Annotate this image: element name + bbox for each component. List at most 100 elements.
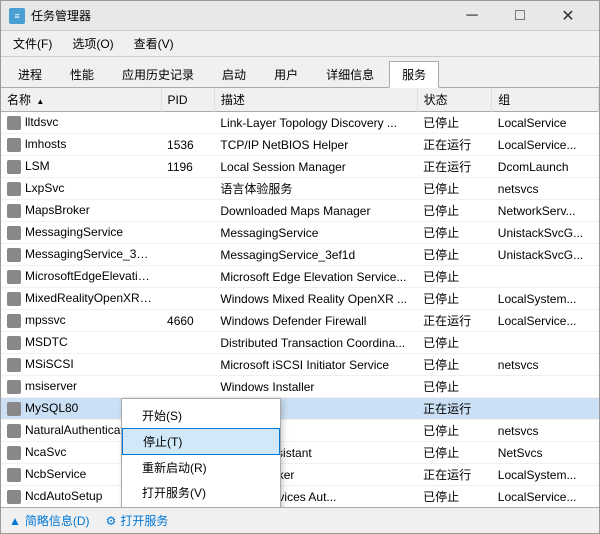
service-icon: [7, 160, 21, 174]
table-row[interactable]: LSM1196Local Session Manager正在运行DcomLaun…: [1, 156, 599, 178]
service-icon: [7, 424, 21, 438]
cell-name: MicrosoftEdgeElevationS...: [1, 266, 161, 288]
tab-[interactable]: 应用历史记录: [109, 61, 207, 87]
cell-status: 已停止: [417, 442, 492, 464]
cell-status: 已停止: [417, 332, 492, 354]
table-row[interactable]: NaturalAuthentication已停止netsvcs: [1, 420, 599, 442]
cell-name: MSDTC: [1, 332, 161, 354]
cell-desc: Local Session Manager: [214, 156, 417, 178]
cell-desc: Downloaded Maps Manager: [214, 200, 417, 222]
cell-desc: MessagingService_3ef1d: [214, 244, 417, 266]
cell-group: LocalService...: [492, 486, 599, 508]
cell-group: NetworkServ...: [492, 200, 599, 222]
cell-name: MapsBroker: [1, 200, 161, 222]
cell-desc: MessagingService: [214, 222, 417, 244]
cell-status: 已停止: [417, 486, 492, 508]
cell-group: UnistackSvcG...: [492, 222, 599, 244]
tab-[interactable]: 服务: [389, 61, 439, 88]
table-row[interactable]: lltdsvcLink-Layer Topology Discovery ...…: [1, 112, 599, 134]
cell-group: [492, 398, 599, 420]
table-row[interactable]: mpssvc4660Windows Defender Firewall正在运行L…: [1, 310, 599, 332]
table-row[interactable]: LxpSvc语言体验服务已停止netsvcs: [1, 178, 599, 200]
menu-item-V[interactable]: 查看(V): [126, 33, 182, 54]
menu-bar: 文件(F)选项(O)查看(V): [1, 31, 599, 57]
table-row[interactable]: MSiSCSIMicrosoft iSCSI Initiator Service…: [1, 354, 599, 376]
close-button[interactable]: ✕: [545, 1, 591, 31]
cell-pid: [161, 178, 214, 200]
cell-name: msiserver: [1, 376, 161, 398]
service-icon: [7, 468, 21, 482]
cell-group: LocalService: [492, 112, 599, 134]
service-icon: [7, 490, 21, 504]
tab-[interactable]: 启动: [209, 61, 259, 87]
cell-group: DcomLaunch: [492, 156, 599, 178]
cell-desc: 语言体验服务: [214, 178, 417, 200]
service-icon: [7, 446, 21, 460]
cell-status: 正在运行: [417, 156, 492, 178]
table-row[interactable]: MixedRealityOpenXRSvcWindows Mixed Reali…: [1, 288, 599, 310]
cell-pid: [161, 332, 214, 354]
table-row[interactable]: NcaSvc...ctivity Assistant已停止NetSvcs: [1, 442, 599, 464]
table-row[interactable]: MySQL809928MySQL80正在运行: [1, 398, 599, 420]
summary-info-button[interactable]: ▲ 简略信息(D): [9, 512, 90, 529]
cell-name: MSiSCSI: [1, 354, 161, 376]
services-table-container[interactable]: 名称 ▲ PID 描述 状态 组 lltdsvcLink-Layer Topol…: [1, 88, 599, 507]
title-bar: ≡ 任务管理器 ─ □ ✕: [1, 1, 599, 31]
cell-pid: [161, 112, 214, 134]
cell-name: mpssvc: [1, 310, 161, 332]
menu-item-F[interactable]: 文件(F): [5, 33, 60, 54]
services-table: 名称 ▲ PID 描述 状态 组 lltdsvcLink-Layer Topol…: [1, 88, 599, 507]
maximize-button[interactable]: □: [497, 1, 543, 31]
cell-group: [492, 266, 599, 288]
task-manager-window: ≡ 任务管理器 ─ □ ✕ 文件(F)选项(O)查看(V) 进程性能应用历史记录…: [0, 0, 600, 534]
cell-pid: [161, 354, 214, 376]
table-row[interactable]: MSDTCDistributed Transaction Coordina...…: [1, 332, 599, 354]
cell-group: LocalService...: [492, 310, 599, 332]
col-header-name[interactable]: 名称 ▲: [1, 88, 161, 112]
title-bar-controls: ─ □ ✕: [449, 1, 591, 31]
cell-status: 正在运行: [417, 398, 492, 420]
service-icon: [7, 270, 21, 284]
table-row[interactable]: MicrosoftEdgeElevationS...Microsoft Edge…: [1, 266, 599, 288]
table-row[interactable]: NcbService...ction Broker正在运行LocalSystem…: [1, 464, 599, 486]
cell-status: 已停止: [417, 354, 492, 376]
table-row[interactable]: lmhosts1536TCP/IP NetBIOS Helper正在运行Loca…: [1, 134, 599, 156]
cell-group: UnistackSvcG...: [492, 244, 599, 266]
tab-[interactable]: 用户: [261, 61, 311, 87]
table-row[interactable]: msiserverWindows Installer已停止: [1, 376, 599, 398]
service-icon: [7, 380, 21, 394]
summary-label: 简略信息(D): [25, 512, 90, 529]
context-menu-item-R[interactable]: 重新启动(R): [122, 455, 280, 480]
open-services-button[interactable]: ⚙ 打开服务: [106, 512, 169, 529]
menu-item-O[interactable]: 选项(O): [64, 33, 121, 54]
cell-pid: [161, 200, 214, 222]
context-menu-item-O[interactable]: 在线搜索(O): [122, 505, 280, 507]
col-header-group[interactable]: 组: [492, 88, 599, 112]
table-row[interactable]: NcdAutoSetup...ected Devices Aut...已停止Lo…: [1, 486, 599, 508]
table-row[interactable]: MessagingServiceMessagingService已停止Unist…: [1, 222, 599, 244]
context-menu-item-V[interactable]: 打开服务(V): [122, 480, 280, 505]
service-icon: [7, 116, 21, 130]
cell-group: LocalSystem...: [492, 464, 599, 486]
table-row[interactable]: MessagingService_3ef1dMessagingService_3…: [1, 244, 599, 266]
table-row[interactable]: MapsBrokerDownloaded Maps Manager已停止Netw…: [1, 200, 599, 222]
context-menu-item-S[interactable]: 开始(S): [122, 403, 280, 428]
service-icon: [7, 226, 21, 240]
col-header-status[interactable]: 状态: [417, 88, 492, 112]
context-menu-item-T[interactable]: 停止(T): [122, 428, 280, 455]
tab-[interactable]: 详细信息: [313, 61, 387, 87]
cell-pid: 1196: [161, 156, 214, 178]
service-icon: [7, 358, 21, 372]
tab-bar: 进程性能应用历史记录启动用户详细信息服务: [1, 57, 599, 88]
cell-pid: [161, 288, 214, 310]
tab-[interactable]: 性能: [57, 61, 107, 87]
service-icon: [7, 314, 21, 328]
cell-status: 已停止: [417, 178, 492, 200]
col-header-desc[interactable]: 描述: [214, 88, 417, 112]
minimize-button[interactable]: ─: [449, 1, 495, 31]
cell-name: LSM: [1, 156, 161, 178]
tab-[interactable]: 进程: [5, 61, 55, 87]
cell-group: [492, 376, 599, 398]
cell-status: 已停止: [417, 376, 492, 398]
col-header-pid[interactable]: PID: [161, 88, 214, 112]
